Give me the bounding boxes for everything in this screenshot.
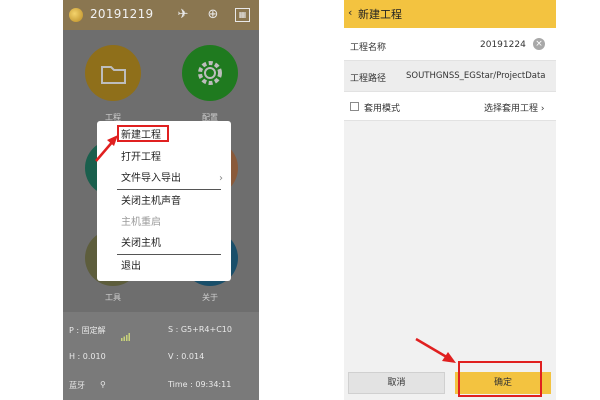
- menu-item-file-import-export-label: 文件导入导出: [121, 173, 181, 184]
- rover-icon[interactable]: ⊕: [205, 7, 221, 23]
- position-status: P : 固定解: [69, 326, 106, 335]
- clear-icon[interactable]: ×: [533, 38, 545, 50]
- template-mode-checkbox[interactable]: [350, 102, 359, 111]
- signal-icon: [121, 326, 131, 341]
- status-panel: P : 固定解 S : G5+R4+C10 H : 0.010 V : 0.01…: [63, 312, 259, 400]
- config-tile[interactable]: [182, 45, 238, 101]
- right-header-title: 新建工程: [358, 8, 402, 21]
- menu-divider: [117, 254, 221, 255]
- folder-icon: [101, 66, 126, 84]
- app-logo-icon: [69, 8, 83, 22]
- row-divider: [344, 120, 556, 121]
- bluetooth-label: 蓝牙: [69, 381, 85, 390]
- project-path-value: SOUTHGNSS_EGStar/ProjectData: [406, 71, 546, 81]
- satellite-count: S : G5+R4+C10: [168, 325, 232, 334]
- project-path-label: 工程路径: [350, 74, 387, 84]
- template-mode-label: 套用模式: [364, 104, 401, 114]
- time-readout: Time : 09:34:11: [168, 380, 232, 389]
- menu-item-shutdown-receiver[interactable]: 关闭主机: [97, 233, 231, 254]
- h-precision: H : 0.010: [69, 352, 106, 361]
- satellite-icon[interactable]: ✈: [175, 7, 191, 23]
- v-precision: V : 0.014: [168, 352, 205, 361]
- menu-item-exit[interactable]: 退出: [97, 256, 231, 277]
- red-arrow-icon: [95, 135, 118, 162]
- gear-icon: [198, 61, 222, 85]
- select-template-link[interactable]: 选择套用工程 ›: [484, 101, 544, 114]
- left-header: 20191219 ✈ ⊕ ▦: [63, 0, 259, 30]
- about-tile-label: 关于: [202, 293, 218, 302]
- menu-divider: [117, 189, 221, 190]
- project-name-input[interactable]: 20191224: [480, 40, 526, 50]
- right-header: ‹ 新建工程: [344, 0, 556, 28]
- left-header-title: 20191219: [90, 7, 154, 21]
- menu-item-file-import-export[interactable]: 文件导入导出 ›: [97, 168, 231, 189]
- tools-tile-label: 工具: [105, 293, 121, 302]
- confirm-highlight-box: [458, 361, 542, 397]
- project-path-row: 工程路径 SOUTHGNSS_EGStar/ProjectData: [344, 61, 556, 91]
- chevron-right-icon: ›: [219, 173, 223, 184]
- project-name-label: 工程名称: [350, 43, 387, 53]
- template-mode-row: 套用模式 选择套用工程 ›: [344, 92, 556, 120]
- menu-item-restart-receiver: 主机重启: [121, 217, 161, 228]
- cancel-button[interactable]: 取消: [348, 372, 445, 394]
- settings-panel-icon[interactable]: ▦: [235, 8, 250, 22]
- red-arrow-icon: [415, 337, 456, 363]
- menu-item-mute-receiver[interactable]: 关闭主机声音: [97, 191, 231, 212]
- project-tile[interactable]: [85, 45, 141, 101]
- highlight-box: [117, 125, 169, 142]
- bluetooth-icon: ⚲: [100, 380, 106, 389]
- back-button[interactable]: ‹: [348, 6, 352, 19]
- project-name-row: 工程名称 20191224: [344, 28, 556, 60]
